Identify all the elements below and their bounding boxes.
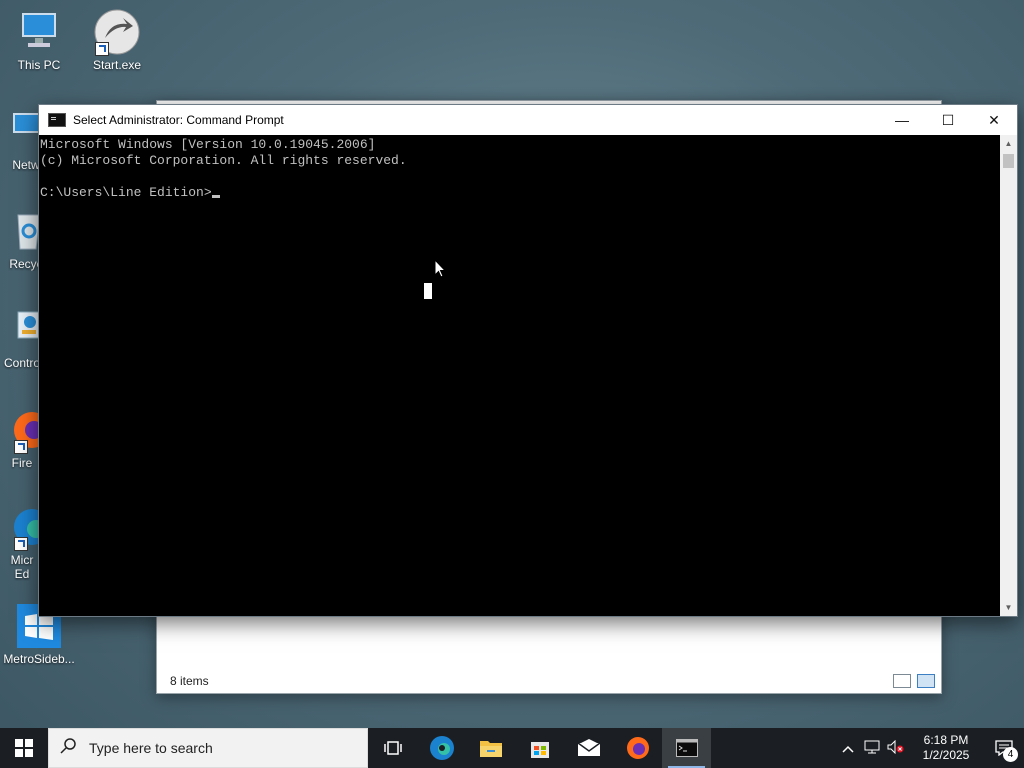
firefox-icon — [0, 406, 40, 454]
clock-date: 1/2/2025 — [922, 748, 970, 762]
notification-badge: 4 — [1003, 747, 1018, 762]
windows-logo-icon — [15, 739, 33, 757]
scroll-up-icon[interactable]: ▲ — [1000, 135, 1017, 152]
action-center-button[interactable]: 4 — [984, 728, 1024, 768]
show-hidden-icons-icon[interactable] — [836, 741, 860, 756]
start-button[interactable] — [0, 728, 48, 768]
prompt-line: C:\Users\Line Edition> — [40, 185, 999, 201]
console-output[interactable]: Microsoft Windows [Version 10.0.19045.20… — [39, 135, 1000, 616]
taskbar-clock[interactable]: 6:18 PM 1/2/2025 — [908, 733, 984, 763]
command-prompt-window[interactable]: Select Administrator: Command Prompt — ☐… — [38, 104, 1018, 617]
item-count: 8 items — [170, 674, 209, 688]
text-cursor — [211, 195, 220, 198]
scroll-down-icon[interactable]: ▼ — [1000, 599, 1017, 616]
large-icons-view-icon[interactable] — [917, 674, 935, 688]
shortcut-arrow-icon — [14, 440, 28, 454]
taskbar-command-prompt[interactable] — [662, 728, 711, 768]
maximize-button[interactable]: ☐ — [925, 105, 971, 135]
folder-icon — [479, 741, 502, 757]
minimize-button[interactable]: — — [879, 105, 925, 135]
system-tray: 6:18 PM 1/2/2025 4 — [836, 728, 1024, 768]
clock-time: 6:18 PM — [923, 733, 969, 747]
desktop-icon-this-pc[interactable]: This PC — [0, 8, 78, 72]
shortcut-arrow-icon — [95, 42, 109, 56]
vertical-scrollbar[interactable]: ▲ ▼ — [1000, 135, 1017, 616]
mouse-pointer-icon — [434, 258, 447, 284]
details-view-icon[interactable] — [893, 674, 911, 688]
taskbar-edge[interactable] — [417, 728, 466, 768]
mail-icon — [577, 739, 600, 756]
block-caret — [424, 283, 432, 299]
edge-icon — [0, 503, 40, 551]
desktop-icon-label: MetroSideb... — [3, 652, 75, 666]
desktop-icon-microsoft-edge[interactable]: Micr Ed — [0, 503, 40, 581]
taskbar-file-explorer[interactable] — [466, 728, 515, 768]
volume-muted-icon[interactable] — [884, 739, 908, 757]
desktop-icon-firefox[interactable]: Fire — [0, 406, 40, 470]
desktop-icon-label: Start.exe — [92, 58, 142, 72]
control-panel-icon — [0, 306, 40, 354]
desktop-icon-label: Netw — [12, 158, 40, 172]
desktop-icon-label: Fire — [11, 456, 33, 470]
task-view-icon — [383, 741, 402, 755]
network-status-icon[interactable] — [860, 740, 884, 757]
computer-icon — [15, 8, 63, 56]
store-icon — [530, 742, 549, 758]
search-icon — [49, 737, 89, 760]
cmd-title-bar[interactable]: Select Administrator: Command Prompt — ☐… — [39, 105, 1017, 135]
console-line: (c) Microsoft Corporation. All rights re… — [40, 153, 407, 168]
desktop-icon-label: Contro — [4, 356, 40, 370]
taskbar-firefox[interactable] — [613, 728, 662, 768]
desktop-icon-label: This PC — [17, 58, 61, 72]
window-controls: — ☐ ✕ — [879, 105, 1017, 135]
taskbar-mail[interactable] — [564, 728, 613, 768]
firefox-icon — [626, 737, 649, 759]
task-view-button[interactable] — [368, 728, 417, 768]
close-button[interactable]: ✕ — [971, 105, 1017, 135]
desktop-icon-control-panel[interactable]: Contro — [0, 306, 40, 370]
shortcut-arrow-icon — [14, 537, 28, 551]
prompt-text: C:\Users\Line Edition> — [40, 185, 212, 200]
desktop-icon-start-exe[interactable]: Start.exe — [78, 8, 156, 72]
edge-icon — [429, 736, 454, 760]
desktop-icon-label: Micr Ed — [10, 553, 34, 581]
taskbar-store[interactable] — [515, 728, 564, 768]
view-toggle — [893, 674, 935, 688]
start-exe-icon — [93, 8, 141, 56]
search-placeholder: Type here to search — [89, 740, 213, 756]
window-title: Select Administrator: Command Prompt — [73, 113, 284, 127]
explorer-status-bar: 8 items — [157, 669, 941, 693]
scroll-thumb[interactable] — [1003, 154, 1014, 168]
cmd-app-icon[interactable] — [48, 113, 66, 127]
console-line: Microsoft Windows [Version 10.0.19045.20… — [40, 137, 376, 152]
command-prompt-icon — [675, 739, 698, 757]
taskbar: Type here to search 6:18 PM 1/2/2025 4 — [0, 728, 1024, 768]
taskbar-search-box[interactable]: Type here to search — [48, 728, 368, 768]
